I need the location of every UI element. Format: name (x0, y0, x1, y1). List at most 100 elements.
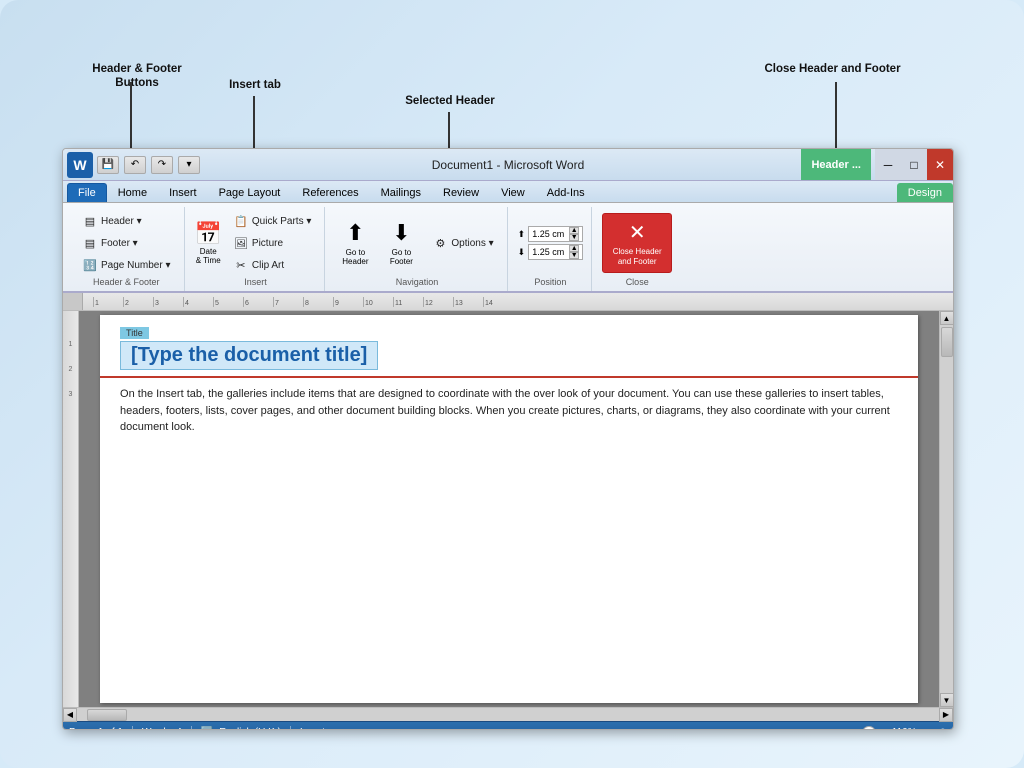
date-time-btn[interactable]: 📅 Date& Time (195, 221, 222, 265)
scroll-right-btn[interactable]: ▶ (939, 708, 953, 722)
maximize-btn[interactable]: □ (901, 149, 927, 180)
quick-save-btn[interactable]: 💾 (97, 156, 119, 174)
tab-home[interactable]: Home (107, 183, 158, 202)
window-title: Document1 - Microsoft Word (432, 158, 585, 172)
footer-button[interactable]: ▤ Footer ▾ (77, 233, 176, 253)
view-btn-1[interactable]: ▦ (779, 726, 790, 731)
scrollbar-horizontal[interactable]: ◀ ▶ (63, 707, 953, 721)
spell-check-icon[interactable]: 🔤 (201, 727, 213, 730)
nav-sub: ⚙ Options ▾ (427, 233, 498, 253)
position-content: ⬆ 1.25 cm ▲ ▼ ⬇ 1.25 cm ▲ (518, 209, 584, 277)
annotation-selected-header: Selected Header (390, 94, 510, 108)
page-number-icon: 🔢 (82, 257, 98, 273)
header-design-tab[interactable]: Header ... (801, 149, 871, 180)
annotation-close-header: Close Header and Footer (760, 62, 905, 76)
options-btn[interactable]: ⚙ Options ▾ (427, 233, 498, 253)
picture-icon: 🖼 (233, 235, 249, 251)
top-position-row: ⬆ 1.25 cm ▲ ▼ (518, 226, 584, 242)
title-bar-right: Header ... ─ □ ✕ (801, 149, 953, 180)
navigation-content: ⬆ Go toHeader ⬇ Go toFooter ⚙ Options ▾ (335, 209, 498, 277)
view-btn-2[interactable]: ⊞ (797, 726, 807, 731)
tab-mailings[interactable]: Mailings (370, 183, 432, 202)
go-footer-icon: ⬇ (392, 220, 410, 246)
status-language[interactable]: English (U.K.) (219, 727, 281, 730)
document-header-title[interactable]: [Type the document title] (120, 341, 378, 370)
zoom-out-btn[interactable]: — (923, 727, 933, 730)
status-div-1 (132, 726, 133, 731)
tab-insert[interactable]: Insert (158, 183, 208, 202)
bottom-position-input[interactable]: 1.25 cm ▲ ▼ (528, 244, 583, 260)
go-header-icon: ⬆ (346, 220, 364, 246)
scrollbar-vertical[interactable]: ▲ ▼ (939, 311, 953, 707)
ribbon-group-close-label: Close (626, 277, 649, 289)
bottom-position-row: ⬇ 1.25 cm ▲ ▼ (518, 244, 584, 260)
customize-btn[interactable]: ▾ (178, 156, 200, 174)
picture-btn[interactable]: 🖼 Picture (228, 233, 316, 253)
scroll-down-btn[interactable]: ▼ (940, 693, 954, 707)
zoom-bar[interactable] (826, 729, 886, 731)
bottom-spinner[interactable]: ▲ ▼ (569, 245, 579, 259)
insert-sub-group: 📋 Quick Parts ▾ 🖼 Picture ✂ Clip Art (228, 211, 316, 275)
tab-file[interactable]: File (67, 183, 107, 202)
scroll-left-btn[interactable]: ◀ (63, 708, 77, 722)
tab-page-layout[interactable]: Page Layout (208, 183, 292, 202)
tab-design[interactable]: Design (897, 183, 953, 202)
minimize-btn[interactable]: ─ (875, 149, 901, 180)
header-icon: ▤ (82, 213, 98, 229)
close-window-btn[interactable]: ✕ (927, 149, 953, 180)
word-window: W 💾 ↶ ↷ ▾ Document1 - Microsoft Word Hea… (62, 148, 954, 730)
ribbon-group-close: ✕ Close Header and Footer Close (594, 207, 680, 291)
go-to-footer-btn[interactable]: ⬇ Go toFooter (381, 216, 421, 270)
title-bar-left: W 💾 ↶ ↷ ▾ (63, 152, 201, 178)
go-to-header-btn[interactable]: ⬆ Go toHeader (335, 216, 375, 270)
close-group-content: ✕ Close Header and Footer (602, 209, 672, 277)
body-text: On the Insert tab, the galleries include… (120, 386, 898, 436)
footer-icon: ▤ (82, 235, 98, 251)
view-btn-3[interactable]: ≡ (813, 726, 820, 731)
scroll-thumb[interactable] (941, 327, 953, 357)
redo-btn[interactable]: ↷ (151, 156, 173, 174)
clip-art-btn[interactable]: ✂ Clip Art (228, 255, 316, 275)
close-header-footer-btn[interactable]: ✕ Close Header and Footer (602, 213, 672, 273)
scroll-up-btn[interactable]: ▲ (940, 311, 954, 325)
status-div-2 (191, 726, 192, 731)
page-number-button[interactable]: 🔢 Page Number ▾ (77, 255, 176, 275)
ribbon: ▤ Header ▾ ▤ Footer ▾ 🔢 Page Number ▾ He… (63, 203, 953, 293)
tab-review[interactable]: Review (432, 183, 490, 202)
top-spinner[interactable]: ▲ ▼ (569, 227, 579, 241)
document-body[interactable]: On the Insert tab, the galleries include… (100, 378, 918, 444)
options-icon: ⚙ (432, 235, 448, 251)
doc-content[interactable]: Title [Type the document title] On the I… (79, 311, 939, 707)
ribbon-group-navigation: ⬆ Go toHeader ⬇ Go toFooter ⚙ Options ▾ … (327, 207, 507, 291)
status-bar: Page: 1 of 1 Words: 4 🔤 English (U.K.) I… (63, 721, 953, 730)
header-footer-buttons: ▤ Header ▾ ▤ Footer ▾ 🔢 Page Number ▾ (77, 209, 176, 277)
left-ruler: 1 2 3 (63, 311, 79, 707)
ruler-marks: 1 2 3 4 5 6 7 8 9 10 11 12 13 14 (93, 297, 513, 307)
status-words: Words: 4 (142, 727, 182, 730)
top-dec-btn[interactable]: ▼ (569, 234, 579, 241)
document-header-zone: Title [Type the document title] (100, 315, 918, 378)
undo-btn[interactable]: ↶ (124, 156, 146, 174)
top-inc-btn[interactable]: ▲ (569, 227, 579, 234)
header-button[interactable]: ▤ Header ▾ (77, 211, 176, 231)
scroll-h-track (77, 708, 939, 722)
ruler-corner (63, 293, 83, 310)
bottom-inc-btn[interactable]: ▲ (569, 245, 579, 252)
tab-references[interactable]: References (291, 183, 369, 202)
ribbon-group-header-footer: ▤ Header ▾ ▤ Footer ▾ 🔢 Page Number ▾ He… (69, 207, 185, 291)
title-bar: W 💾 ↶ ↷ ▾ Document1 - Microsoft Word Hea… (63, 149, 953, 181)
quick-parts-btn[interactable]: 📋 Quick Parts ▾ (228, 211, 316, 231)
top-position-input[interactable]: 1.25 cm ▲ ▼ (528, 226, 583, 242)
close-x-icon: ✕ (629, 220, 646, 245)
tab-view[interactable]: View (490, 183, 536, 202)
zoom-thumb[interactable] (862, 726, 876, 731)
status-zoom: 110% (892, 727, 917, 730)
date-time-icon: 📅 (195, 221, 222, 247)
scroll-h-thumb[interactable] (87, 709, 127, 721)
zoom-in-btn[interactable]: ⊕ (939, 727, 947, 730)
ribbon-tabs-row: File Home Insert Page Layout References … (63, 181, 953, 203)
bottom-dec-btn[interactable]: ▼ (569, 252, 579, 259)
ribbon-group-insert: 📅 Date& Time 📋 Quick Parts ▾ 🖼 Picture ✂… (187, 207, 326, 291)
tab-addins[interactable]: Add-Ins (536, 183, 596, 202)
status-div-3 (290, 726, 291, 731)
